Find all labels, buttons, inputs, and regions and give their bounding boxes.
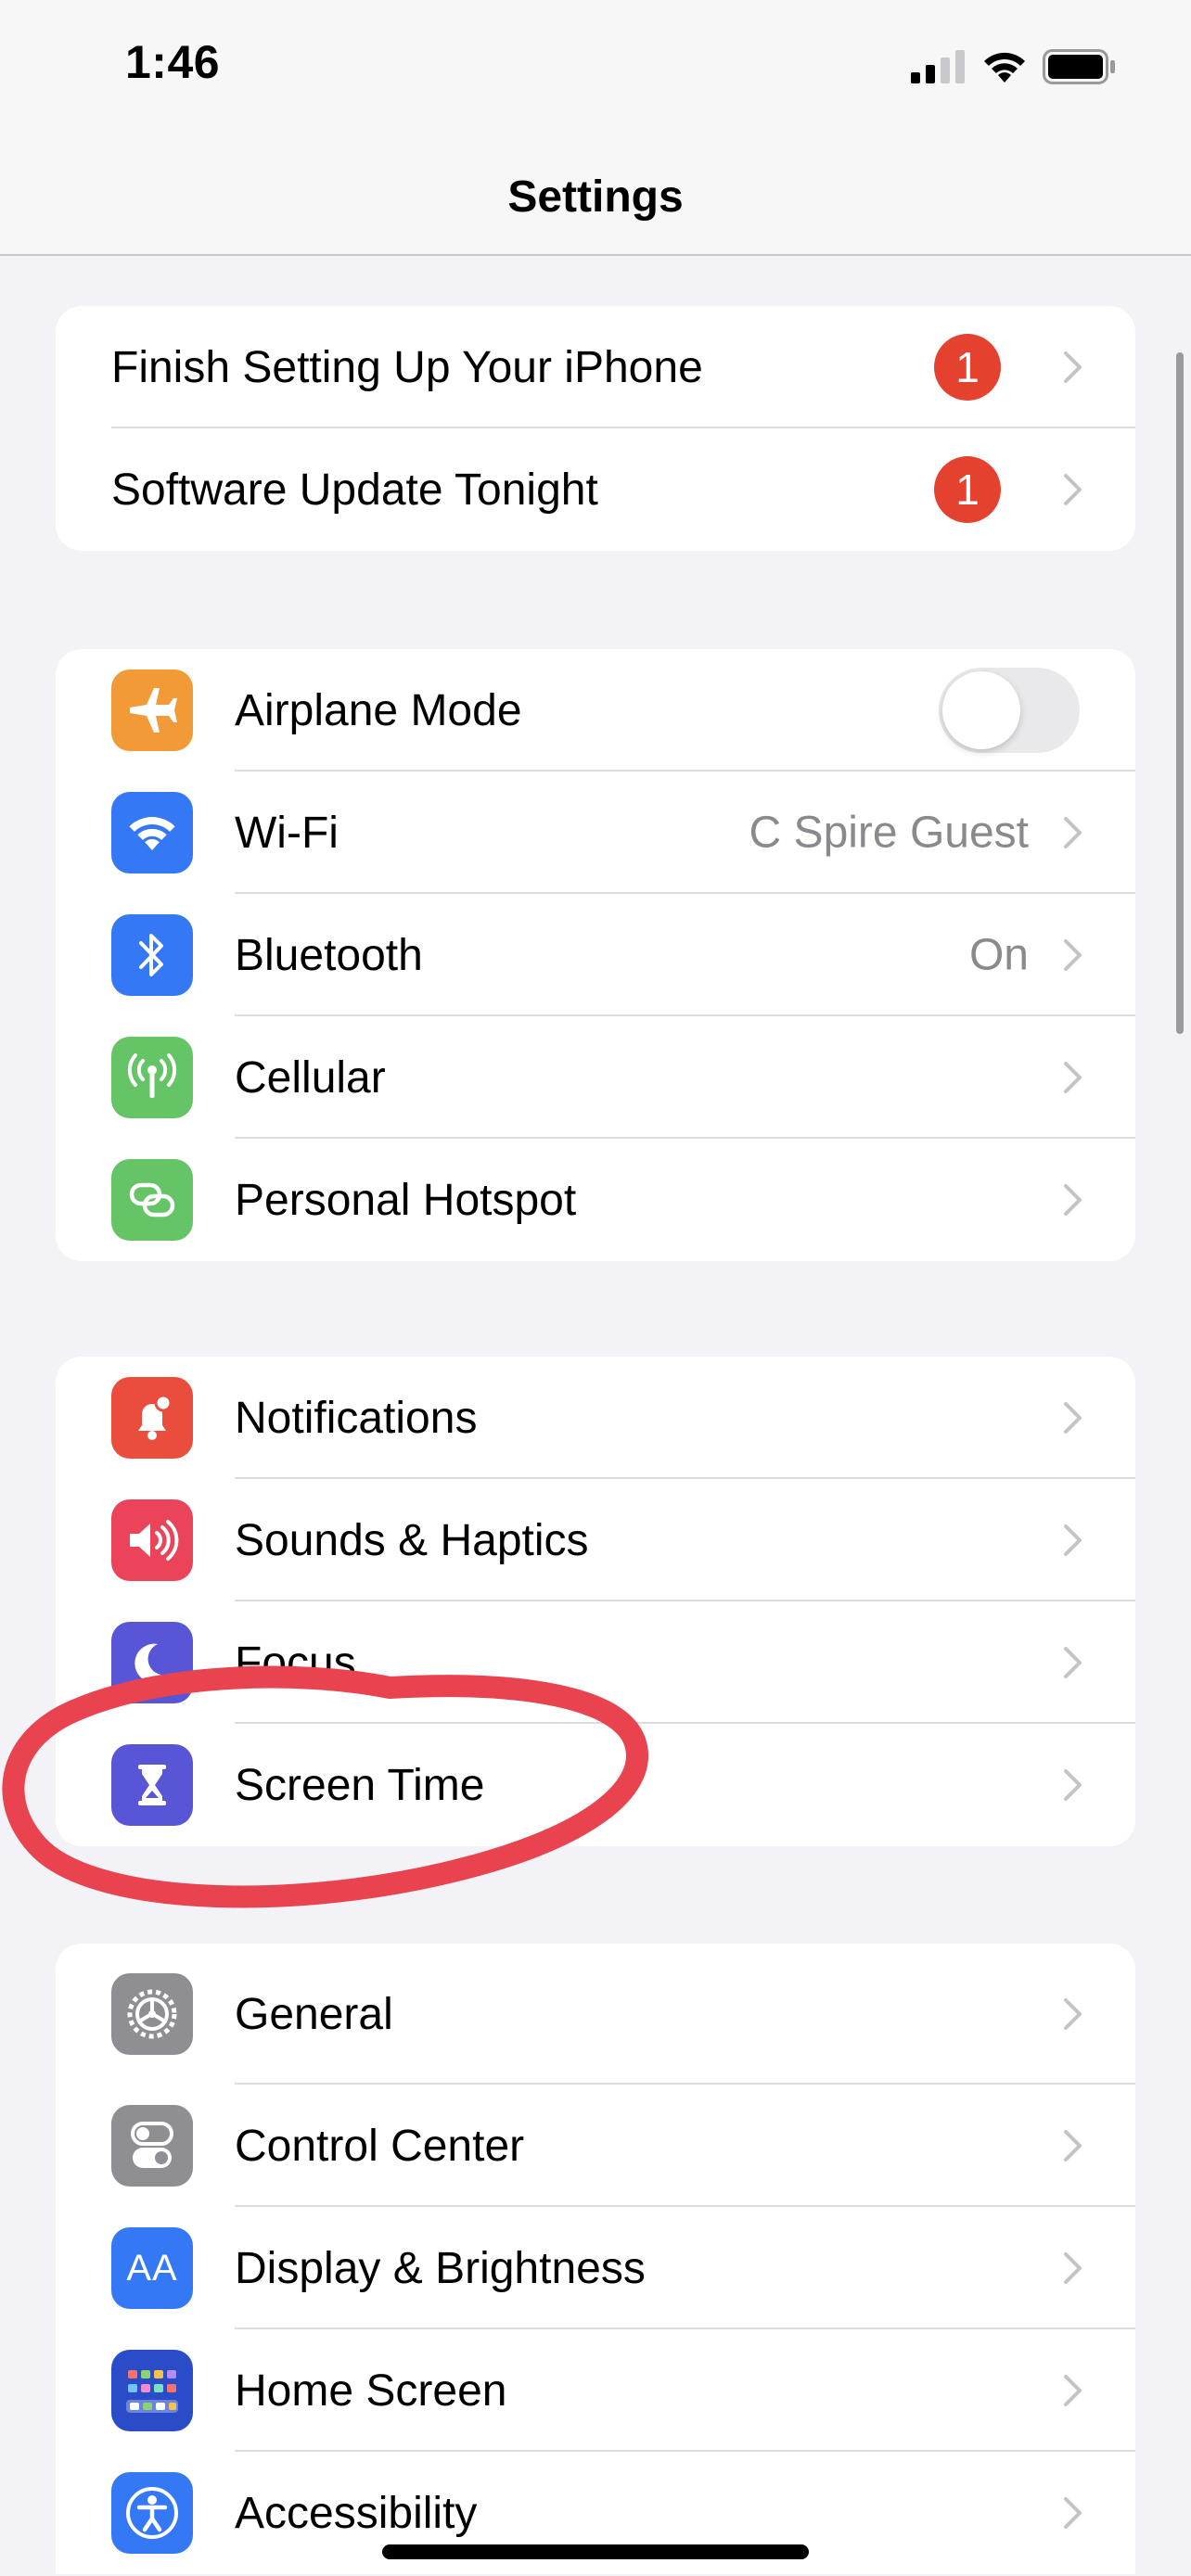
notification-bell-icon — [111, 1377, 193, 1459]
row-label: Personal Hotspot — [235, 1175, 577, 1225]
bluetooth-icon — [111, 914, 193, 996]
page-title: Settings — [507, 172, 684, 222]
software-update-row[interactable]: Software Update Tonight 1 — [56, 428, 1135, 551]
sounds-haptics-row[interactable]: Sounds & Haptics — [56, 1479, 1135, 1601]
finish-setup-row[interactable]: Finish Setting Up Your iPhone 1 — [56, 306, 1135, 428]
row-label: Accessibility — [235, 2488, 478, 2538]
focus-row[interactable]: Focus — [56, 1601, 1135, 1724]
bluetooth-row[interactable]: Bluetooth On — [56, 894, 1135, 1016]
status-icons — [911, 46, 1117, 87]
moon-icon — [111, 1622, 193, 1703]
row-label: Bluetooth — [235, 930, 423, 980]
alerts-group: Finish Setting Up Your iPhone 1 Software… — [56, 306, 1135, 551]
chevron-right-icon — [1064, 1647, 1082, 1678]
home-screen-row[interactable]: Home Screen — [56, 2329, 1135, 2452]
row-label: Home Screen — [235, 2366, 507, 2416]
notification-badge: 1 — [934, 334, 1001, 401]
personal-hotspot-row[interactable]: Personal Hotspot — [56, 1139, 1135, 1261]
airplane-icon — [111, 670, 193, 751]
wifi-network-value: C Spire Guest — [749, 808, 1029, 858]
notifications-row[interactable]: Notifications — [56, 1357, 1135, 1479]
general-group: General Control Center AA Display & Brig… — [56, 1944, 1135, 2574]
connectivity-group: Airplane Mode Wi-Fi C Spire Guest Blueto… — [56, 649, 1135, 1261]
row-label: Finish Setting Up Your iPhone — [111, 342, 703, 392]
app-grid-icon — [111, 2350, 193, 2431]
chevron-right-icon — [1064, 817, 1082, 848]
airplane-mode-toggle[interactable] — [939, 668, 1080, 753]
row-label: Control Center — [235, 2121, 525, 2171]
wifi-row[interactable]: Wi-Fi C Spire Guest — [56, 772, 1135, 894]
display-brightness-row[interactable]: AA Display & Brightness — [56, 2207, 1135, 2329]
row-label: Focus — [235, 1638, 356, 1688]
scroll-indicator — [1176, 352, 1184, 1034]
wifi-status-icon — [984, 52, 1025, 83]
row-label: Notifications — [235, 1393, 478, 1443]
icon-glyph: AA — [126, 2247, 178, 2289]
chevron-right-icon — [1064, 1062, 1082, 1093]
hotspot-chain-icon — [111, 1159, 193, 1241]
chevron-right-icon — [1064, 2252, 1082, 2284]
row-label: Wi-Fi — [235, 808, 339, 858]
chevron-right-icon — [1064, 2375, 1082, 2406]
row-label: Display & Brightness — [235, 2243, 646, 2293]
row-label: Cellular — [235, 1052, 386, 1103]
chevron-right-icon — [1064, 2130, 1082, 2162]
home-indicator — [382, 2544, 809, 2559]
battery-icon — [1043, 49, 1115, 84]
status-bar: 1:46 — [0, 0, 1191, 139]
general-row[interactable]: General — [56, 1944, 1135, 2085]
gear-icon — [111, 1973, 193, 2055]
text-size-icon: AA — [111, 2227, 193, 2309]
screen-time-row[interactable]: Screen Time — [56, 1724, 1135, 1846]
cellular-row[interactable]: Cellular — [56, 1016, 1135, 1139]
notification-badge: 1 — [934, 456, 1001, 523]
chevron-right-icon — [1064, 1769, 1082, 1801]
status-time: 1:46 — [125, 36, 221, 88]
row-label: Software Update Tonight — [111, 465, 598, 515]
hourglass-icon — [111, 1744, 193, 1826]
row-label: General — [235, 1989, 393, 2039]
chevron-right-icon — [1064, 939, 1082, 971]
airplane-mode-row: Airplane Mode — [56, 649, 1135, 772]
chevron-right-icon — [1064, 1998, 1082, 2030]
chevron-right-icon — [1064, 1402, 1082, 1434]
cellular-signal-icon — [911, 50, 965, 83]
toggle-knob — [942, 671, 1020, 749]
chevron-right-icon — [1064, 1524, 1082, 1556]
speaker-icon — [111, 1499, 193, 1581]
attention-group: Notifications Sounds & Haptics Focus Scr… — [56, 1357, 1135, 1846]
toggles-icon — [111, 2105, 193, 2187]
navigation-bar: Settings — [0, 139, 1191, 256]
chevron-right-icon — [1064, 351, 1082, 383]
cellular-antenna-icon — [111, 1037, 193, 1118]
row-label: Sounds & Haptics — [235, 1515, 589, 1565]
chevron-right-icon — [1064, 1184, 1082, 1216]
wifi-icon — [111, 792, 193, 874]
row-label: Screen Time — [235, 1760, 485, 1810]
chevron-right-icon — [1064, 2497, 1082, 2529]
accessibility-person-icon — [111, 2472, 193, 2554]
chevron-right-icon — [1064, 474, 1082, 505]
row-label: Airplane Mode — [235, 685, 522, 735]
bluetooth-status-value: On — [968, 930, 1029, 980]
control-center-row[interactable]: Control Center — [56, 2085, 1135, 2207]
